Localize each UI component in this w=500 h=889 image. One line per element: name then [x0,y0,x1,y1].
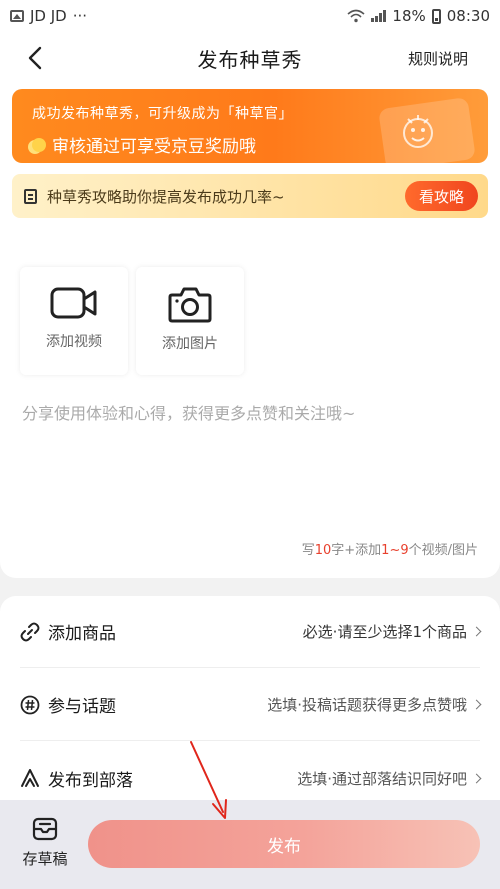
document-icon [24,188,37,204]
promo-line-1: 成功发布种草秀，可升级成为「种草官」 [32,106,293,122]
save-draft-button[interactable]: 存草稿 [18,816,72,872]
post-editor-card: 成功发布种草秀，可升级成为「种草官」 审核通过可享受京豆奖励哦 种草秀攻略助你提… [0,84,500,578]
hashtag-icon [20,695,40,715]
rules-link[interactable]: 规则说明 [408,48,468,69]
join-topic-label: 参与话题 [48,697,116,717]
view-guide-button[interactable]: 看攻略 [404,181,478,211]
join-topic-row[interactable]: 参与话题 选填·投稿话题获得更多点赞哦 [20,669,482,741]
tips-text: 种草秀攻略助你提高发布成功几率~ [47,187,285,206]
top-nav-bar: 发布种草秀 规则说明 [0,32,500,84]
add-product-hint: 必选·请至少选择1个商品 [303,621,482,642]
join-topic-hint: 选填·投稿话题获得更多点赞哦 [267,694,482,715]
chevron-right-icon [471,773,482,783]
video-camera-icon [50,287,97,319]
draft-box-icon [32,817,58,841]
link-icon [20,622,40,642]
promo-line-2: 审核通过可享受京豆奖励哦 [32,132,256,157]
carrier-text: JD JD [30,7,67,25]
content-requirement-hint: 写10字+添加1~9个视频/图片 [301,543,478,558]
mascot-icon [403,115,433,148]
jingdou-coin-icon [32,137,46,152]
page-title: 发布种草秀 [197,47,303,72]
chevron-right-icon [471,699,482,710]
wifi-icon [347,9,365,23]
add-photo-label: 添加图片 [162,336,218,352]
camera-icon [168,287,212,323]
add-photo-button[interactable]: 添加图片 [136,267,244,375]
status-bar: JD JD ··· 18% 08:30 [0,0,500,32]
post-content-input[interactable]: 分享使用体验和心得，获得更多点赞和关注哦~ [22,400,355,424]
image-notification-icon [10,10,24,22]
promo-banner[interactable]: 成功发布种草秀，可升级成为「种草官」 审核通过可享受京豆奖励哦 [12,89,488,163]
add-product-row[interactable]: 添加商品 必选·请至少选择1个商品 [20,596,482,668]
add-video-button[interactable]: 添加视频 [20,267,128,375]
publish-button[interactable]: 发布 [88,820,480,868]
tribe-icon [20,768,40,788]
post-options-card: 添加商品 必选·请至少选择1个商品 参与话题 选填·投稿话题获得更多点赞哦 发布… [0,596,500,816]
back-arrow-icon[interactable] [20,42,52,74]
signal-icon [371,10,387,22]
battery-percent: 18% [392,7,426,25]
publish-to-tribe-hint: 选填·通过部落结识同好吧 [297,768,482,789]
save-draft-label: 存草稿 [22,850,68,868]
clock: 08:30 [446,7,490,25]
publish-to-tribe-label: 发布到部落 [48,770,133,791]
tips-bar[interactable]: 种草秀攻略助你提高发布成功几率~ 看攻略 [12,174,488,218]
more-notifications-icon: ··· [72,7,88,25]
add-product-label: 添加商品 [48,624,116,644]
battery-icon [431,8,441,24]
bottom-action-bar: 存草稿 发布 [0,800,500,889]
promo-line-2-text: 审核通过可享受京豆奖励哦 [52,137,256,157]
add-video-label: 添加视频 [46,334,102,350]
chevron-right-icon [471,626,482,637]
